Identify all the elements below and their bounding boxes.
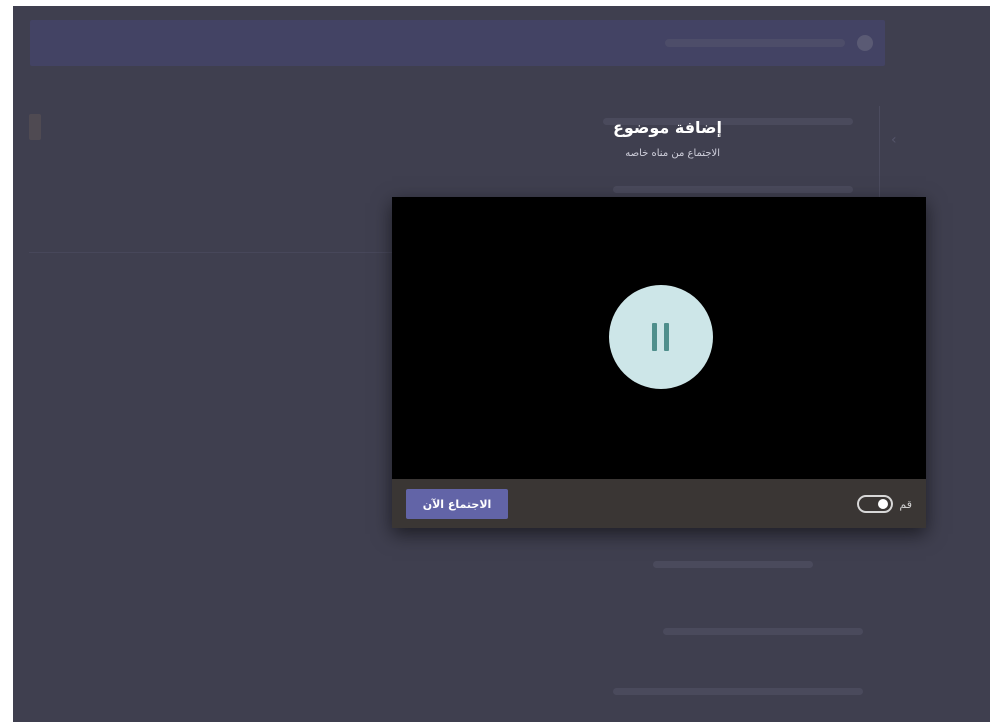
player-control-bar: الاجتماع الآن قم (392, 479, 926, 528)
pause-icon (664, 323, 669, 351)
toggle-group: قم (857, 493, 912, 515)
video-player: الاجتماع الآن قم (392, 197, 926, 528)
background-chevron-icon: ‹ (891, 132, 897, 148)
background-line (663, 628, 863, 635)
pause-icon (652, 323, 657, 351)
background-header-bar (30, 20, 885, 66)
toggle-label: قم (899, 497, 912, 511)
background-bookmark-icon (29, 114, 41, 140)
background-line (613, 186, 853, 193)
toggle-switch[interactable] (857, 495, 894, 513)
listen-now-button[interactable]: الاجتماع الآن (406, 489, 508, 519)
background-left-pane (29, 102, 399, 253)
background-avatar-icon (857, 35, 873, 51)
pause-button[interactable] (609, 285, 713, 389)
background-line (613, 688, 863, 695)
toggle-knob (878, 499, 889, 509)
background-header-text (665, 39, 845, 47)
app-window: ‹ إضافة موضوع الاجتماع من مناه خاصه الاج… (13, 6, 990, 722)
video-area[interactable] (392, 197, 926, 479)
dialog-subtitle: الاجتماع من مناه خاصه (625, 148, 720, 159)
dialog-title: إضافة موضوع (612, 118, 722, 137)
background-line (653, 561, 813, 568)
